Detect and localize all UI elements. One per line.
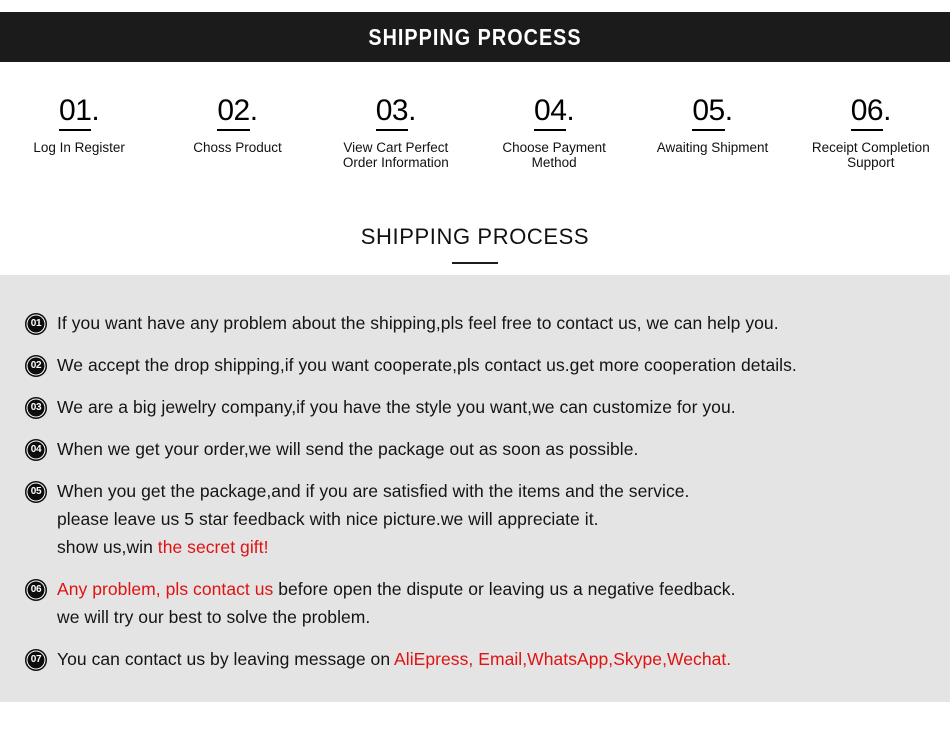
note-line: we will try our best to solve the proble… (57, 603, 930, 631)
note-item: 06 Any problem, pls contact us before ope… (25, 575, 930, 631)
note-highlight-text: Any problem, pls contact us (57, 579, 274, 599)
note-text: We accept the drop shipping,if you want … (57, 351, 930, 379)
note-plain-text: show us,win (57, 537, 158, 557)
note-item: 04 When we get your order,we will send th… (25, 435, 930, 463)
note-badge: 05 (25, 481, 47, 503)
note-text: When we get your order,we will send the … (57, 435, 930, 463)
step-label: Log In Register (33, 139, 125, 155)
shipping-step-02: 02. Choss Product (158, 94, 316, 155)
note-item: 03 We are a big jewelry company,if you ha… (25, 393, 930, 421)
step-number: 03. (375, 94, 416, 131)
step-number-digits: 03 (375, 94, 409, 131)
note-plain-text: When you get the package,and if you are … (57, 481, 690, 501)
note-line: Any problem, pls contact us before open … (57, 575, 930, 603)
note-line: When you get the package,and if you are … (57, 477, 930, 505)
note-text: You can contact us by leaving message on… (57, 645, 930, 673)
note-plain-text: We accept the drop shipping,if you want … (57, 355, 797, 375)
note-item: 02 We accept the drop shipping,if you wan… (25, 351, 930, 379)
note-badge: 06 (25, 579, 47, 601)
notes-panel: 01 If you want have any problem about the… (0, 275, 950, 702)
note-item: 07 You can contact us by leaving message … (25, 645, 930, 673)
note-badge: 07 (25, 649, 47, 671)
step-number-dot: . (566, 94, 575, 127)
shipping-step-04: 04. Choose Payment Method (475, 94, 633, 171)
note-plain-text: We are a big jewelry company,if you have… (57, 397, 736, 417)
note-line: We are a big jewelry company,if you have… (57, 393, 930, 421)
note-line: show us,win the secret gift! (57, 533, 930, 561)
shipping-step-05: 05. Awaiting Shipment (633, 94, 791, 155)
note-line: When we get your order,we will send the … (57, 435, 930, 463)
note-plain-text: before open the dispute or leaving us a … (273, 579, 736, 599)
shipping-step-03: 03. View Cart Perfect Order Information (317, 94, 475, 171)
step-number-digits: 05 (692, 94, 725, 131)
step-number-digits: 06 (850, 94, 884, 131)
section-heading-wrap: SHIPPING PROCESS (0, 224, 950, 264)
note-plain-text: If you want have any problem about the s… (57, 313, 779, 333)
step-number-dot: . (249, 94, 258, 127)
step-label: Choose Payment Method (502, 139, 606, 171)
note-item: 01 If you want have any problem about the… (25, 309, 930, 337)
step-number: 02. (217, 94, 258, 131)
note-line: please leave us 5 star feedback with nic… (57, 505, 930, 533)
section-heading-divider (452, 262, 498, 264)
shipping-step-06: 06. Receipt Completion Support (792, 94, 950, 171)
section-heading: SHIPPING PROCESS (360, 224, 590, 249)
shipping-step-01: 01. Log In Register (0, 94, 158, 155)
note-plain-text: When we get your order,we will send the … (57, 439, 639, 459)
note-line: We accept the drop shipping,if you want … (57, 351, 930, 379)
step-number: 05. (692, 94, 733, 131)
note-badge: 04 (25, 439, 47, 461)
note-badge: 01 (25, 313, 47, 335)
step-number-digits: 04 (534, 94, 567, 131)
note-text: Any problem, pls contact us before open … (57, 575, 930, 631)
step-number: 01. (59, 94, 100, 131)
step-label: Choss Product (193, 139, 282, 155)
step-number: 06. (850, 94, 891, 131)
note-plain-text: please leave us 5 star feedback with nic… (57, 509, 599, 529)
step-number-digits: 01 (59, 94, 92, 131)
shipping-steps: 01. Log In Register 02. Choss Product 03. Vie… (0, 94, 950, 185)
banner-title: SHIPPING PROCESS (368, 23, 582, 50)
note-highlight-text: AliEpress, Email,WhatsApp,Skype,Wechat. (394, 649, 732, 669)
note-line: You can contact us by leaving message on… (57, 645, 930, 673)
note-text: When you get the package,and if you are … (57, 477, 930, 561)
note-badge: 03 (25, 397, 47, 419)
note-plain-text: we will try our best to solve the proble… (57, 607, 371, 627)
note-line: If you want have any problem about the s… (57, 309, 930, 337)
note-plain-text: You can contact us by leaving message on (57, 649, 395, 669)
step-label: Receipt Completion Support (811, 139, 930, 171)
step-number-dot: . (724, 94, 733, 127)
step-number-dot: . (883, 94, 891, 127)
step-label: View Cart Perfect Order Information (342, 139, 449, 171)
note-highlight-text: the secret gift! (157, 537, 269, 557)
note-badge: 02 (25, 355, 47, 377)
page-banner: SHIPPING PROCESS (0, 12, 950, 62)
note-item: 05 When you get the package,and if you ar… (25, 477, 930, 561)
step-number-dot: . (408, 94, 416, 127)
step-number-digits: 02 (217, 94, 250, 131)
step-number-dot: . (91, 94, 100, 127)
step-number: 04. (534, 94, 575, 131)
note-text: If you want have any problem about the s… (57, 309, 930, 337)
step-label: Awaiting Shipment (656, 139, 769, 155)
note-text: We are a big jewelry company,if you have… (57, 393, 930, 421)
